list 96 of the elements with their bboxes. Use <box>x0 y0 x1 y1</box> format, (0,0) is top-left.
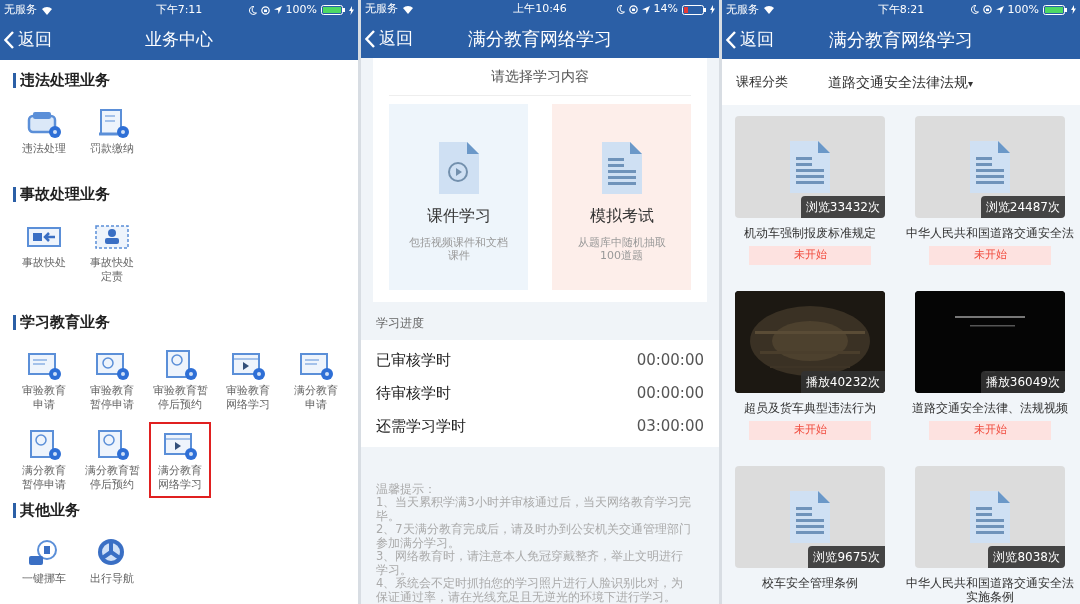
wifi-icon <box>41 5 53 15</box>
document-icon <box>968 139 1012 195</box>
location-icon <box>995 5 1004 14</box>
carrier-name: 无服务 <box>4 1 37 18</box>
study-option-card[interactable]: 模拟考试 从题库中随机抽取100道题 <box>552 103 691 290</box>
tip-text: 3、网络教育时，请注意本人免冠穿戴整齐，举止文明进行学习。 <box>376 550 685 577</box>
section-title: 违法处理业务 <box>20 69 110 91</box>
carrier-name: 无服务 <box>365 1 398 18</box>
status-tag: 未开始 <box>929 421 1051 440</box>
document-icon <box>788 489 832 545</box>
carrier-name: 无服务 <box>726 1 759 18</box>
progress-label: 待审核学时 <box>376 382 451 404</box>
wifi-icon <box>763 5 775 15</box>
category-dropdown[interactable]: 道路交通安全法律法规▾ <box>828 71 974 93</box>
location-icon <box>273 6 282 14</box>
service-item[interactable]: 罚款缴纳 <box>81 100 143 162</box>
service-item[interactable]: 一键挪车 <box>13 530 75 592</box>
status-tag: 未开始 <box>929 246 1051 265</box>
page-title: 业务中心 <box>145 28 213 52</box>
back-button[interactable]: 返回 <box>4 20 52 60</box>
battery-percent: 100% <box>285 1 317 18</box>
view-count: 浏览8038次 <box>988 546 1065 568</box>
status-tag: 未开始 <box>749 421 871 440</box>
clock-time: 下午7:11 <box>155 1 203 18</box>
moon-icon <box>616 5 625 15</box>
course-title: 道路交通安全法律、法规视频 <box>911 401 1069 415</box>
service-item[interactable]: 审验教育 暂停申请 <box>81 342 143 418</box>
course-title: 机动车强制报废标准规定 <box>743 226 877 240</box>
section-title: 事故处理业务 <box>20 183 110 205</box>
tip-text: 1、当天累积学满3小时并审核通过后，当天网络教育学习完毕。 <box>376 496 692 523</box>
charging-icon <box>349 5 354 15</box>
view-count: 播放40232次 <box>800 371 885 393</box>
service-item[interactable]: 事故快处 <box>13 214 75 290</box>
course-thumbnail[interactable]: 播放36049次 <box>915 291 1065 393</box>
progress-label: 还需学习学时 <box>376 415 466 437</box>
course-thumbnail[interactable]: 浏览33432次 <box>735 116 885 218</box>
progress-label: 已审核学时 <box>376 349 451 371</box>
section-heading: 请选择学习内容 <box>389 65 691 96</box>
lock-rotation-icon <box>260 5 270 15</box>
view-count: 浏览33432次 <box>800 196 885 218</box>
battery-percent: 100% <box>1007 1 1039 18</box>
chevron-left-icon <box>4 31 14 49</box>
video-file-icon <box>436 139 481 196</box>
status-tag: 未开始 <box>749 246 871 265</box>
chevron-left-icon <box>365 30 375 49</box>
course-title: 超员及货车典型违法行为 <box>743 401 877 415</box>
service-item[interactable]: 满分教育暂 停后预约 <box>81 422 143 498</box>
service-item[interactable]: 违法处理 <box>13 100 75 162</box>
study-option-card[interactable]: 课件学习 包括视频课件和文档课件 <box>389 103 528 290</box>
section-heading: 学习进度 <box>375 314 425 332</box>
service-item[interactable]: 满分教育 网络学习 <box>149 422 211 498</box>
charging-icon <box>710 5 715 15</box>
course-thumbnail[interactable]: 播放40232次 <box>735 291 885 393</box>
section-title: 其他业务 <box>20 499 80 521</box>
moon-icon <box>970 5 979 15</box>
progress-value: 03:00:00 <box>636 415 704 437</box>
course-thumbnail[interactable]: 浏览24487次 <box>915 116 1065 218</box>
clock-time: 下午8:21 <box>877 1 925 18</box>
service-item[interactable]: 出行导航 <box>81 530 143 592</box>
chevron-left-icon <box>726 30 736 49</box>
view-count: 播放36049次 <box>980 371 1065 393</box>
progress-value: 00:00:00 <box>636 349 704 371</box>
wifi-icon <box>402 5 414 15</box>
clock-time: 上午10:46 <box>513 1 567 18</box>
progress-value: 00:00:00 <box>636 382 704 404</box>
service-item[interactable]: 审验教育 网络学习 <box>217 342 279 418</box>
tip-text: 2、7天满分教育完成后，请及时办到公安机关交通管理部门参加满分学习。 <box>376 523 692 550</box>
service-item[interactable]: 审验教育暂 停后预约 <box>149 342 211 418</box>
charging-icon <box>1071 5 1076 15</box>
document-icon <box>968 489 1012 545</box>
course-thumbnail[interactable]: 浏览8038次 <box>915 466 1065 568</box>
battery-percent: 14% <box>653 1 678 18</box>
back-button[interactable]: 返回 <box>365 19 413 60</box>
course-title: 中华人民共和国道路交通安全法实施条例 <box>905 576 1075 604</box>
service-item[interactable]: 满分教育 暂停申请 <box>13 422 75 498</box>
lock-rotation-icon <box>982 5 992 15</box>
section-title: 学习教育业务 <box>20 311 110 333</box>
service-item[interactable]: 满分教育 申请 <box>285 342 347 418</box>
document-icon <box>599 139 644 196</box>
location-icon <box>641 5 650 14</box>
course-title: 校车安全管理条例 <box>761 576 859 590</box>
moon-icon <box>248 5 257 15</box>
page-title: 满分教育网络学习 <box>468 26 612 51</box>
service-item[interactable]: 审验教育 申请 <box>13 342 75 418</box>
tips-title: 温馨提示： <box>376 482 437 496</box>
view-count: 浏览9675次 <box>808 546 885 568</box>
tip-text: 4、系统会不定时抓拍您的学习照片进行人脸识别比对，为保证通过率，请在光线充足且无逆光的环境下进行学习。 <box>376 577 685 604</box>
category-label: 课程分类 <box>736 73 788 92</box>
document-icon <box>788 139 832 195</box>
lock-rotation-icon <box>628 5 638 15</box>
course-title: 中华人民共和国道路交通安全法 <box>905 226 1075 240</box>
service-item[interactable]: 事故快处 定责 <box>81 214 143 290</box>
back-button[interactable]: 返回 <box>726 19 774 60</box>
course-thumbnail[interactable]: 浏览9675次 <box>735 466 885 568</box>
page-title: 满分教育网络学习 <box>829 27 973 52</box>
view-count: 浏览24487次 <box>980 196 1065 218</box>
